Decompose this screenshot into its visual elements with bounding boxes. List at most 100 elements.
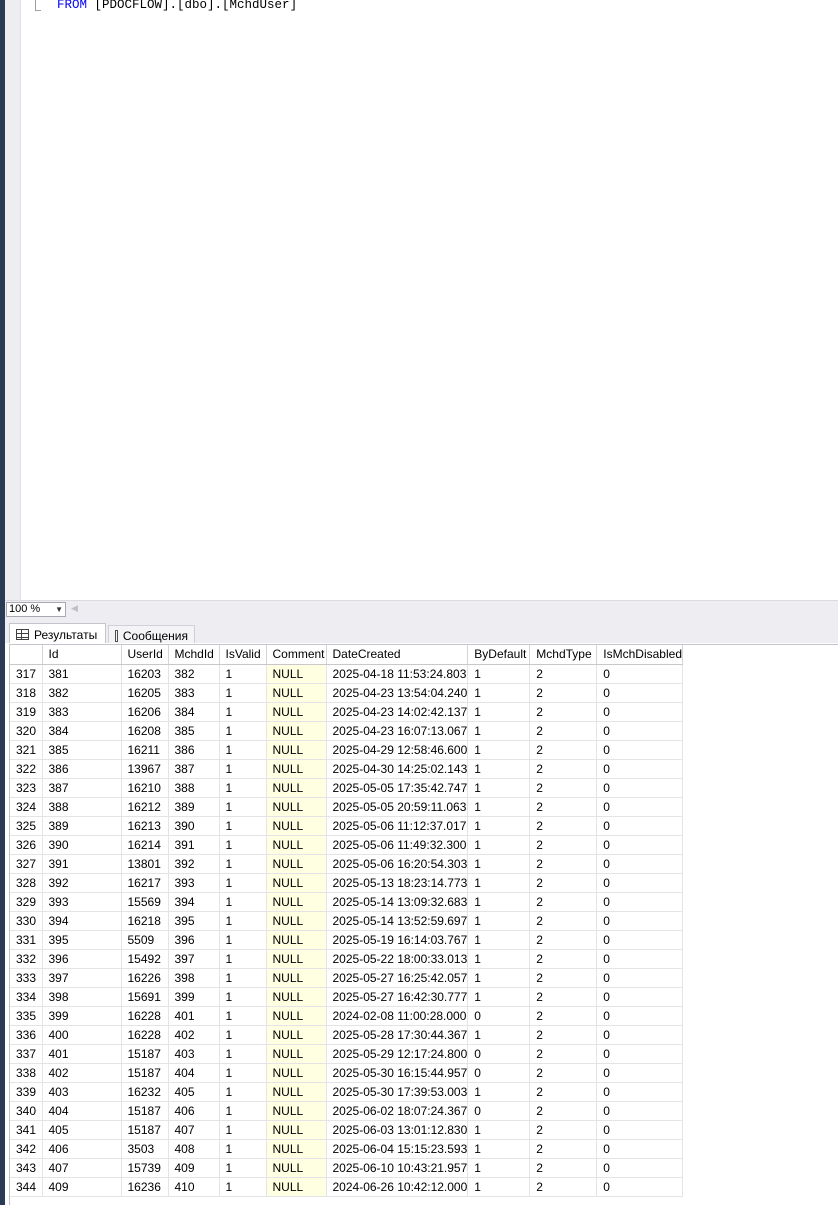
cell-id[interactable]: 407	[42, 1158, 122, 1178]
cell-datecreated[interactable]: 2025-06-10 10:43:21.957	[326, 1158, 469, 1178]
cell-ismchdisabled[interactable]: 0	[596, 721, 684, 741]
cell-datecreated[interactable]: 2025-05-05 17:35:42.747	[326, 778, 469, 798]
row-number-cell[interactable]: 321	[10, 740, 43, 760]
cell-comment[interactable]: NULL	[266, 1063, 327, 1083]
cell-mchdtype[interactable]: 2	[529, 797, 598, 817]
table-row[interactable]: 327 391 13801 392 1 NULL 2025-05-06 16:20:54.3…	[10, 854, 684, 874]
cell-ismchdisabled[interactable]: 0	[596, 778, 684, 798]
cell-mchdtype[interactable]: 2	[529, 1063, 598, 1083]
cell-comment[interactable]: NULL	[266, 854, 327, 874]
query-editor[interactable]: FROM [PDOCFLOW].[dbo].[MchdUser]	[5, 0, 838, 600]
cell-bydefault[interactable]: 0	[467, 1044, 531, 1064]
cell-isvalid[interactable]: 1	[219, 778, 267, 798]
cell-mchdtype[interactable]: 2	[529, 816, 598, 836]
cell-ismchdisabled[interactable]: 0	[596, 854, 684, 874]
cell-userid[interactable]: 16232	[121, 1082, 169, 1102]
row-number-cell[interactable]: 325	[10, 816, 43, 836]
cell-userid[interactable]: 13801	[121, 854, 169, 874]
cell-comment[interactable]: NULL	[266, 1044, 327, 1064]
cell-isvalid[interactable]: 1	[219, 873, 267, 893]
cell-isvalid[interactable]: 1	[219, 949, 267, 969]
cell-datecreated[interactable]: 2025-05-06 11:49:32.300	[326, 835, 469, 855]
cell-bydefault[interactable]: 1	[467, 911, 531, 931]
cell-id[interactable]: 384	[42, 721, 122, 741]
cell-isvalid[interactable]: 1	[219, 1120, 267, 1140]
cell-ismchdisabled[interactable]: 0	[596, 911, 684, 931]
cell-ismchdisabled[interactable]: 0	[596, 873, 684, 893]
table-row[interactable]: 339 403 16232 405 1 NULL 2025-05-30 17:39:53.0…	[10, 1082, 684, 1102]
cell-mchdid[interactable]: 396	[168, 930, 220, 950]
cell-mchdid[interactable]: 405	[168, 1082, 220, 1102]
cell-isvalid[interactable]: 1	[219, 930, 267, 950]
cell-mchdid[interactable]: 397	[168, 949, 220, 969]
cell-mchdid[interactable]: 410	[168, 1177, 220, 1197]
cell-mchdtype[interactable]: 2	[529, 759, 598, 779]
row-number-cell[interactable]: 341	[10, 1120, 43, 1140]
cell-ismchdisabled[interactable]: 0	[596, 1006, 684, 1026]
cell-comment[interactable]: NULL	[266, 1025, 327, 1045]
table-row[interactable]: 338 402 15187 404 1 NULL 2025-05-30 16:15:44.9…	[10, 1063, 684, 1083]
column-header-id[interactable]: Id	[42, 645, 122, 665]
cell-comment[interactable]: NULL	[266, 778, 327, 798]
cell-datecreated[interactable]: 2024-02-08 11:00:28.000	[326, 1006, 469, 1026]
table-row[interactable]: 343 407 15739 409 1 NULL 2025-06-10 10:43:21.9…	[10, 1158, 684, 1178]
cell-mchdtype[interactable]: 2	[529, 1177, 598, 1197]
scroll-left-icon[interactable]: ◀	[71, 603, 78, 614]
cell-userid[interactable]: 16214	[121, 835, 169, 855]
table-row[interactable]: 333 397 16226 398 1 NULL 2025-05-27 16:25:42.0…	[10, 968, 684, 988]
cell-bydefault[interactable]: 1	[467, 987, 531, 1007]
cell-isvalid[interactable]: 1	[219, 1006, 267, 1026]
cell-mchdtype[interactable]: 2	[529, 702, 598, 722]
cell-id[interactable]: 393	[42, 892, 122, 912]
row-number-cell[interactable]: 335	[10, 1006, 43, 1026]
cell-comment[interactable]: NULL	[266, 759, 327, 779]
cell-datecreated[interactable]: 2025-05-06 11:12:37.017	[326, 816, 469, 836]
cell-isvalid[interactable]: 1	[219, 987, 267, 1007]
row-number-cell[interactable]: 343	[10, 1158, 43, 1178]
table-row[interactable]: 324 388 16212 389 1 NULL 2025-05-05 20:59:11.0…	[10, 797, 684, 817]
row-number-cell[interactable]: 333	[10, 968, 43, 988]
row-number-cell[interactable]: 340	[10, 1101, 43, 1121]
cell-id[interactable]: 402	[42, 1063, 122, 1083]
cell-ismchdisabled[interactable]: 0	[596, 1177, 684, 1197]
cell-bydefault[interactable]: 1	[467, 854, 531, 874]
cell-comment[interactable]: NULL	[266, 1158, 327, 1178]
cell-datecreated[interactable]: 2025-04-29 12:58:46.600	[326, 740, 469, 760]
cell-datecreated[interactable]: 2025-05-30 16:15:44.957	[326, 1063, 469, 1083]
cell-mchdid[interactable]: 392	[168, 854, 220, 874]
cell-id[interactable]: 396	[42, 949, 122, 969]
cell-datecreated[interactable]: 2025-05-06 16:20:54.303	[326, 854, 469, 874]
column-header-mchdid[interactable]: MchdId	[168, 645, 220, 665]
cell-isvalid[interactable]: 1	[219, 816, 267, 836]
table-row[interactable]: 335 399 16228 401 1 NULL 2024-02-08 11:00:28.0…	[10, 1006, 684, 1026]
cell-mchdtype[interactable]: 2	[529, 911, 598, 931]
row-number-cell[interactable]: 339	[10, 1082, 43, 1102]
row-number-cell[interactable]: 322	[10, 759, 43, 779]
cell-datecreated[interactable]: 2025-05-13 18:23:14.773	[326, 873, 469, 893]
cell-datecreated[interactable]: 2025-05-14 13:09:32.683	[326, 892, 469, 912]
row-number-cell[interactable]: 331	[10, 930, 43, 950]
row-number-cell[interactable]: 320	[10, 721, 43, 741]
row-number-cell[interactable]: 344	[10, 1177, 43, 1197]
cell-mchdtype[interactable]: 2	[529, 873, 598, 893]
cell-mchdtype[interactable]: 2	[529, 664, 598, 684]
cell-ismchdisabled[interactable]: 0	[596, 1158, 684, 1178]
cell-isvalid[interactable]: 1	[219, 759, 267, 779]
cell-comment[interactable]: NULL	[266, 664, 327, 684]
table-row[interactable]: 319 383 16206 384 1 NULL 2025-04-23 14:02:42.1…	[10, 702, 684, 722]
cell-isvalid[interactable]: 1	[219, 702, 267, 722]
cell-userid[interactable]: 16212	[121, 797, 169, 817]
cell-comment[interactable]: NULL	[266, 702, 327, 722]
table-row[interactable]: 320 384 16208 385 1 NULL 2025-04-23 16:07:13.0…	[10, 721, 684, 741]
row-number-cell[interactable]: 342	[10, 1139, 43, 1159]
cell-ismchdisabled[interactable]: 0	[596, 1063, 684, 1083]
cell-isvalid[interactable]: 1	[219, 683, 267, 703]
cell-id[interactable]: 398	[42, 987, 122, 1007]
cell-mchdid[interactable]: 384	[168, 702, 220, 722]
cell-mchdtype[interactable]: 2	[529, 1139, 598, 1159]
cell-ismchdisabled[interactable]: 0	[596, 835, 684, 855]
cell-bydefault[interactable]: 1	[467, 740, 531, 760]
cell-id[interactable]: 400	[42, 1025, 122, 1045]
table-row[interactable]: 326 390 16214 391 1 NULL 2025-05-06 11:49:32.3…	[10, 835, 684, 855]
cell-comment[interactable]: NULL	[266, 1120, 327, 1140]
